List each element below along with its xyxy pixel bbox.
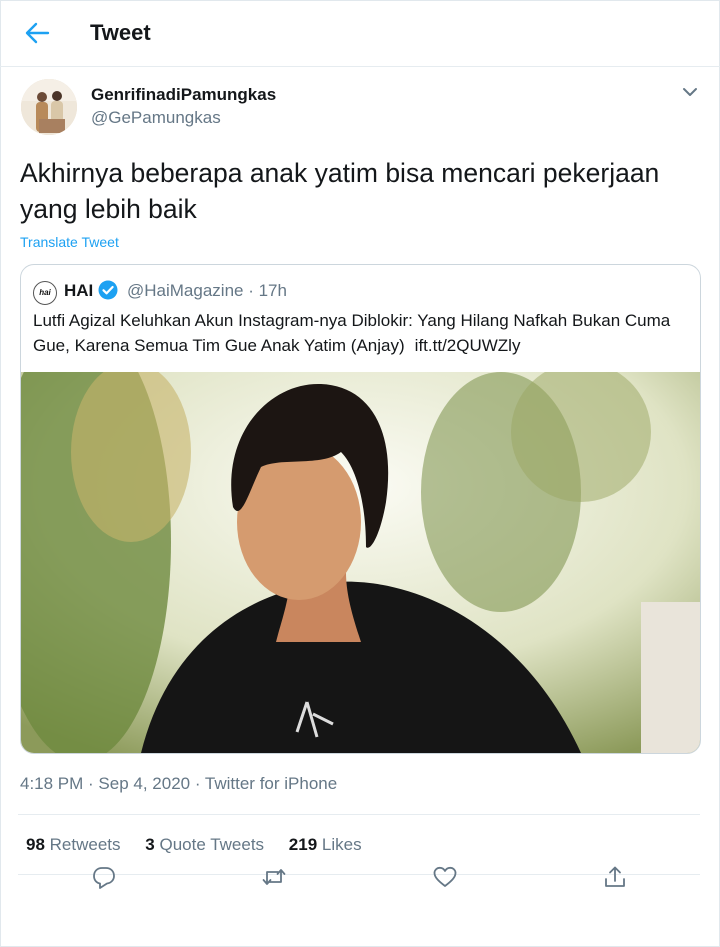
page-title: Tweet	[90, 20, 151, 45]
reply-icon[interactable]	[91, 864, 117, 890]
retweet-icon[interactable]	[261, 864, 287, 890]
quote-tweets-label: Quote Tweets	[159, 835, 265, 854]
quote-body: Lutfi Agizal Keluhkan Akun Instagram-nya…	[33, 311, 671, 355]
likes-stat[interactable]: 219 Likes	[289, 835, 362, 854]
quote-author-name: HAI	[64, 281, 94, 300]
verified-badge-icon	[98, 280, 118, 300]
author-handle[interactable]: @GePamungkas	[91, 108, 221, 128]
translate-tweet-link[interactable]: Translate Tweet	[20, 234, 119, 250]
arrow-left-icon[interactable]	[22, 20, 52, 46]
avatar-photo	[21, 79, 77, 135]
chevron-down-icon[interactable]	[680, 84, 700, 100]
author-name[interactable]: GenrifinadiPamungkas	[91, 85, 276, 105]
likes-label: Likes	[321, 835, 362, 854]
quote-photo[interactable]	[21, 372, 700, 753]
quote-tweets-stat[interactable]: 3 Quote Tweets	[145, 835, 264, 854]
header: Tweet	[0, 0, 720, 67]
quote-tweets-count: 3	[145, 835, 155, 854]
divider	[18, 814, 700, 815]
quote-author-handle: @HaiMagazine · 17h	[127, 281, 287, 300]
share-icon[interactable]	[602, 864, 628, 890]
tweet-text: Akhirnya beberapa anak yatim bisa mencar…	[20, 158, 660, 224]
quote-author-logo: hai	[33, 281, 57, 305]
retweets-stat[interactable]: 98 Retweets	[26, 835, 121, 854]
avatar[interactable]	[21, 79, 77, 135]
divider	[18, 874, 700, 875]
tweet-meta: 4:18 PM · Sep 4, 2020 · Twitter for iPho…	[20, 774, 338, 793]
quoted-tweet-card[interactable]: hai HAI @HaiMagazine · 17h Lutfi Agizal …	[20, 264, 701, 754]
heart-icon[interactable]	[432, 864, 458, 890]
quote-link[interactable]: ift.tt/2QUWZly	[415, 336, 521, 355]
likes-count: 219	[288, 835, 318, 854]
quote-text: Lutfi Agizal Keluhkan Akun Instagram-nya…	[33, 308, 683, 358]
tweet-stats: 98 Retweets 3 Quote Tweets 219 Likes	[26, 835, 382, 855]
retweets-count: 98	[26, 835, 45, 854]
retweets-label: Retweets	[49, 835, 121, 854]
